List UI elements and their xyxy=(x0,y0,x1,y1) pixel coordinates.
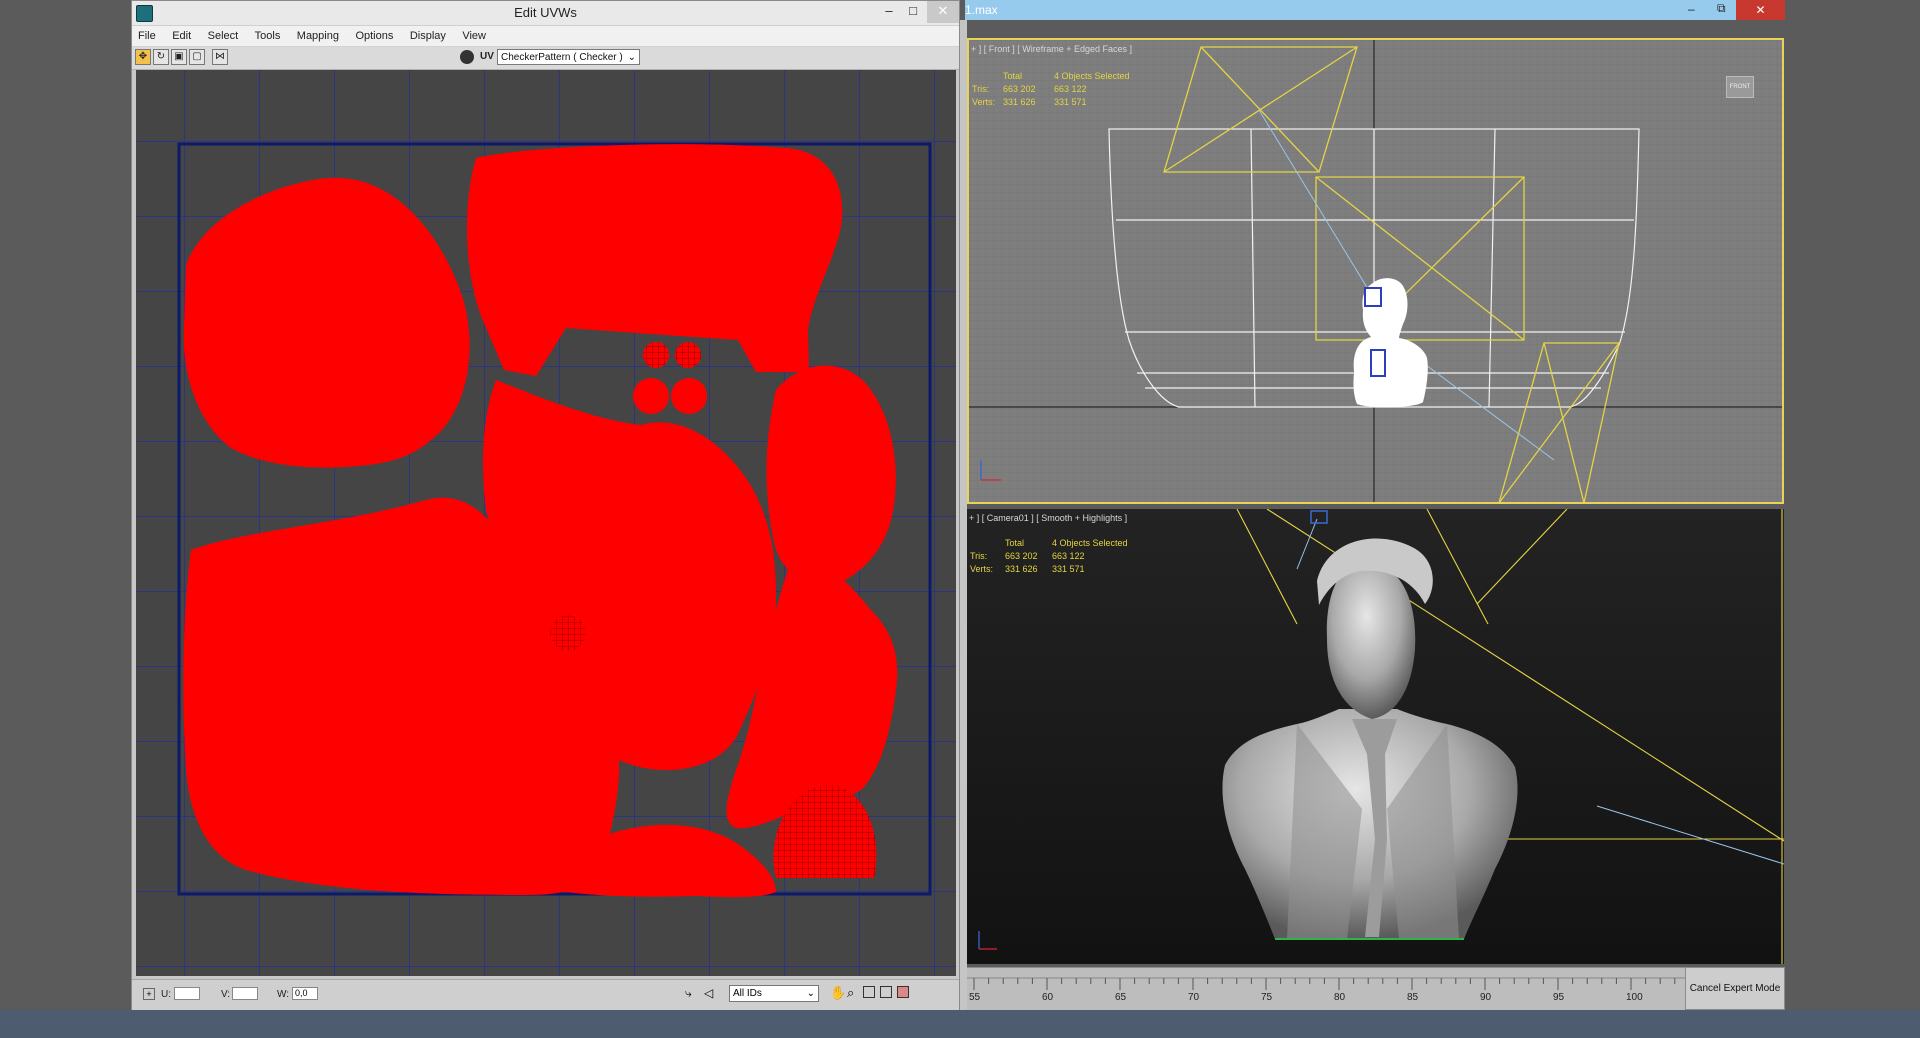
uv-island-circle-3[interactable] xyxy=(633,378,669,414)
max-minimize-button[interactable]: – xyxy=(1688,2,1695,16)
menu-select[interactable]: Select xyxy=(202,27,245,45)
grid-snap-icon[interactable] xyxy=(897,986,909,998)
texture-dropdown[interactable]: CheckerPattern ( Checker ) ⌄ xyxy=(497,49,640,65)
viewport-camera[interactable]: + ] [ Camera01 ] [ Smooth + Highlights ]… xyxy=(967,509,1784,964)
timeline-tick-label: 80 xyxy=(1334,992,1346,1003)
cam-stats-selected-header: 4 Objects Selected xyxy=(1052,538,1128,548)
uvw-window-title: Edit UVWs xyxy=(514,5,577,20)
front-viewport-label[interactable]: + ] [ Front ] [ Wireframe + Edged Faces … xyxy=(971,44,1132,54)
timeline-tick-label: 100 xyxy=(1626,992,1643,1003)
uv-island-circle-4[interactable] xyxy=(671,378,707,414)
timeline-tick-label: 70 xyxy=(1188,992,1200,1003)
timeline-minor-ticks xyxy=(973,978,1676,990)
scale-tool-icon[interactable]: ▣ xyxy=(171,49,187,65)
timeline-tick-label: 85 xyxy=(1407,992,1419,1003)
front-tris-label: Tris: xyxy=(972,84,990,94)
material-id-value: All IDs xyxy=(733,988,762,999)
viewcube-label: FRONT xyxy=(1729,84,1751,90)
uv-label: UV xyxy=(480,51,494,62)
checker-sphere-icon[interactable] xyxy=(460,50,474,64)
timeline-ruler xyxy=(967,977,1685,990)
cam-verts-selected: 331 571 xyxy=(1052,564,1085,574)
taskbar-strip xyxy=(0,1010,1920,1038)
front-stats-total-header: Total xyxy=(1003,71,1023,81)
menu-file[interactable]: File xyxy=(132,27,162,45)
viewcube[interactable]: FRONT xyxy=(1726,76,1754,98)
uvw-toolbar: ✥ ↻ ▣ ▢ ⋈ UV CheckerPattern ( Checker ) … xyxy=(132,47,959,70)
timeline-tick-label: 90 xyxy=(1480,992,1492,1003)
front-tris-total: 663 202 xyxy=(1003,84,1036,94)
max-window-border xyxy=(960,20,967,1010)
u-field[interactable] xyxy=(174,987,200,1000)
chevron-down-icon: ⌄ xyxy=(627,52,636,63)
uvw-titlebar[interactable]: Edit UVWs – □ ✕ xyxy=(132,1,959,26)
uvw-menubar: File Edit Select Tools Mapping Options D… xyxy=(132,26,959,47)
front-stats-selected-header: 4 Objects Selected xyxy=(1054,71,1130,81)
max-restore-button[interactable]: ⧉ xyxy=(1717,1,1726,16)
timeline-track[interactable]: 55 60 65 70 75 80 85 90 95 100 xyxy=(967,967,1685,1011)
texture-dropdown-value: CheckerPattern ( Checker ) xyxy=(501,52,623,63)
v-field[interactable] xyxy=(232,987,258,1000)
mesh-overlay xyxy=(675,342,701,368)
max-titlebar[interactable]: 1.max – ⧉ ✕ xyxy=(965,0,1785,20)
cam-tris-label: Tris: xyxy=(970,551,988,561)
w-field[interactable]: 0,0 xyxy=(292,987,318,1000)
timeline-tick-label: 75 xyxy=(1261,992,1273,1003)
pan-icon[interactable]: ✋ xyxy=(830,985,846,1001)
front-grid xyxy=(969,40,1782,502)
cam-verts-label: Verts: xyxy=(970,564,994,574)
uv-editor-canvas[interactable] xyxy=(136,70,956,976)
menu-options[interactable]: Options xyxy=(349,27,399,45)
front-viewport-scene xyxy=(969,40,1782,502)
zoom-region-icon[interactable] xyxy=(863,986,875,998)
timeline-tick-label: 65 xyxy=(1115,992,1127,1003)
move-tool-icon[interactable]: ✥ xyxy=(135,49,151,65)
mesh-overlay xyxy=(550,615,586,651)
timeline-tick-label: 55 xyxy=(969,992,981,1003)
freeform-tool-icon[interactable]: ▢ xyxy=(189,49,205,65)
cam-verts-total: 331 626 xyxy=(1005,564,1038,574)
viewport-front[interactable]: + ] [ Front ] [ Wireframe + Edged Faces … xyxy=(967,38,1784,504)
camera-viewport-scene xyxy=(967,509,1784,964)
u-label: U: xyxy=(161,989,171,1000)
menu-edit[interactable]: Edit xyxy=(166,27,197,45)
absolute-mode-icon[interactable]: + xyxy=(143,988,155,1000)
rotate-tool-icon[interactable]: ↻ xyxy=(153,49,169,65)
menu-view[interactable]: View xyxy=(456,27,492,45)
close-button[interactable]: ✕ xyxy=(927,1,959,23)
material-id-dropdown[interactable]: All IDs ⌄ xyxy=(729,985,819,1002)
front-verts-total: 331 626 xyxy=(1003,97,1036,107)
max-close-button[interactable]: ✕ xyxy=(1736,0,1785,20)
zoom-extents-icon[interactable] xyxy=(880,986,892,998)
timeline-tick-label: 60 xyxy=(1042,992,1054,1003)
menu-tools[interactable]: Tools xyxy=(249,27,287,45)
front-verts-label: Verts: xyxy=(972,97,996,107)
v-label: V: xyxy=(221,989,231,1000)
w-label: W: xyxy=(277,989,290,1000)
timeline-tick-label: 95 xyxy=(1553,992,1565,1003)
lock-selection-icon[interactable]: ⤷ xyxy=(685,986,692,1001)
cam-tris-total: 663 202 xyxy=(1005,551,1038,561)
front-verts-selected: 331 571 xyxy=(1054,97,1087,107)
filter-icon[interactable]: ◁ xyxy=(704,986,713,1000)
camera-viewport-label[interactable]: + ] [ Camera01 ] [ Smooth + Highlights ] xyxy=(969,513,1127,523)
cancel-expert-mode-button[interactable]: Cancel Expert Mode xyxy=(1685,967,1785,1010)
mesh-overlay xyxy=(643,342,669,368)
edit-uvws-window: Edit UVWs – □ ✕ File Edit Select Tools M… xyxy=(131,0,960,1010)
cam-tris-selected: 663 122 xyxy=(1052,551,1085,561)
menu-display[interactable]: Display xyxy=(404,27,452,45)
front-tris-selected: 663 122 xyxy=(1054,84,1087,94)
uv-layout xyxy=(136,70,956,976)
cam-stats-total-header: Total xyxy=(1005,538,1025,548)
menu-mapping[interactable]: Mapping xyxy=(291,27,345,45)
mirror-tool-icon[interactable]: ⋈ xyxy=(212,49,228,65)
max-window-title: 1.max xyxy=(965,3,998,17)
zoom-icon[interactable]: ⌕ xyxy=(847,985,854,1001)
maximize-button[interactable]: □ xyxy=(898,1,928,23)
chevron-down-icon: ⌄ xyxy=(806,988,815,999)
uvw-statusbar: + U: V: W: 0,0 ⤷ ◁ All IDs ⌄ ✋ ⌕ xyxy=(132,979,959,1010)
